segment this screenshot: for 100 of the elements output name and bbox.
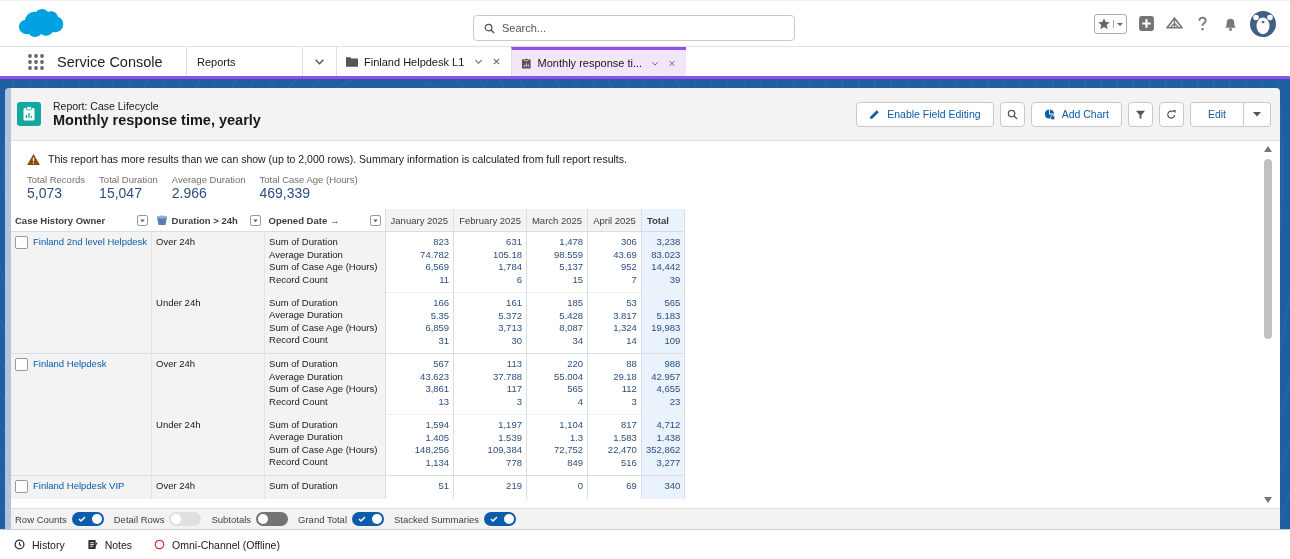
nav-item[interactable]: Reports [186,47,302,76]
cell-value: 0 [576,480,584,493]
cell-value: 219 [505,480,522,493]
bucket-label: Under 24h [156,419,201,430]
workspace-tab[interactable]: Monthly response ti... [511,47,686,76]
cell-value: 42.957 [650,370,681,383]
cell-value: 74.782 [419,248,450,261]
row-checkbox[interactable] [15,358,28,371]
utility-item[interactable]: History [14,538,65,551]
measure-label: Record Count [269,334,329,347]
cell-value: 148,256 [413,444,450,457]
cell-value: 22,470 [606,444,637,457]
enable-field-editing-button[interactable]: Enable Field Editing [856,101,994,127]
scroll-down-icon[interactable] [1263,496,1273,504]
cell-value: 5.35 [429,309,450,322]
cell-value: 952 [620,261,637,274]
app-launcher-icon[interactable] [27,52,45,71]
owner-link[interactable]: Finland 2nd level Helpdesk [33,236,148,247]
measure-label: Sum of Duration [269,358,339,371]
refresh-button[interactable] [1158,101,1184,127]
search-icon [1006,108,1018,120]
chevron-down-icon[interactable] [474,57,483,66]
cell-value: 1,784 [497,261,522,274]
column-menu-icon[interactable] [136,214,148,226]
scroll-up-icon[interactable] [1263,145,1273,153]
toggle-label: Stacked Summaries [394,513,480,525]
cell-value: 14 [625,334,637,347]
cell-value: 88 [625,358,637,371]
edit-menu-button[interactable] [1244,101,1271,127]
mountain-icon[interactable] [1166,15,1183,32]
owner-link[interactable]: Finland Helpdesk [33,358,107,369]
tab-label: Monthly response ti... [537,57,643,69]
measure-label: Sum of Duration [269,296,339,309]
caret-icon [1252,109,1262,119]
caret-icon [1113,19,1126,28]
avatar-icon[interactable] [1250,10,1276,37]
summary-value: 15,047 [99,185,143,201]
measure-label: Sum of Case Age (Hours) [269,443,379,456]
measure-label: Average Duration [269,370,344,383]
check-icon [489,514,500,524]
summary-value: 469,339 [259,185,312,201]
filter-button[interactable] [1127,101,1153,127]
cell-value: 1,104 [558,419,584,432]
cell-value: 567 [432,358,450,371]
close-icon[interactable] [668,58,676,68]
cell-value: 306 [620,236,637,249]
cell-value: 352,862 [645,444,681,457]
cell-value: 3 [630,395,637,408]
cell-value: 14,442 [650,261,681,274]
column-menu-icon[interactable] [369,214,381,226]
check-icon [76,514,87,524]
cell-value: 55.004 [553,370,584,383]
toggle-switch[interactable] [352,512,384,526]
close-icon[interactable] [492,57,501,66]
utility-item[interactable]: Omni-Channel (Offline) [154,538,280,551]
toggle-label: Subtotals [211,513,252,525]
cell-value: 6,859 [424,322,450,335]
column-header: Total [641,209,685,232]
cell-value: 220 [566,358,584,371]
cloud-logo[interactable] [16,7,64,40]
toggle-switch[interactable] [256,512,289,526]
measure-label: Average Duration [269,309,344,322]
cell-value: 1.539 [497,431,522,444]
column-header[interactable]: Opened Date → [264,209,386,232]
edit-button[interactable]: Edit [1189,101,1244,127]
add-chart-button[interactable]: Add Chart [1030,101,1122,127]
cell-value: 3,713 [497,322,522,335]
utility-item[interactable]: Notes [86,538,133,551]
cell-value: 117 [505,383,522,396]
search-field[interactable]: Search... [473,15,795,41]
row-checkbox[interactable] [15,480,28,493]
search-button[interactable] [999,101,1025,127]
cell-value: 340 [663,480,681,493]
cell-value: 72,752 [553,444,584,457]
cell-value: 53 [625,297,637,310]
cell-value: 113 [505,358,522,371]
cell-value: 105.18 [491,248,522,261]
folder-icon [346,56,358,67]
favorites-button[interactable] [1094,13,1127,34]
cell-value: 166 [432,297,450,310]
bucket-label: Over 24h [156,236,196,247]
row-checkbox[interactable] [15,236,28,249]
cell-value: 51 [437,480,450,493]
measure-label: Sum of Duration [269,480,339,493]
report-type: Report: Case Lifecycle [53,100,160,112]
toggle-label: Detail Rows [113,513,165,525]
cell-value: 23 [668,395,681,408]
summary-value: 2.966 [171,185,208,201]
cell-value: 3.817 [612,309,637,322]
plus-icon[interactable] [1138,15,1155,32]
toggle-switch[interactable] [484,512,517,526]
cell-value: 6,569 [424,261,450,274]
cell-value: 988 [663,358,681,371]
measure-label: Sum of Duration [269,236,339,249]
cell-value: 1,197 [497,419,522,432]
cell-value: 1,478 [558,236,584,249]
toggle-switch[interactable] [71,512,104,526]
column-menu-icon[interactable] [249,214,261,226]
cell-value: 3,277 [655,456,681,469]
cell-value: 1.438 [655,431,681,444]
